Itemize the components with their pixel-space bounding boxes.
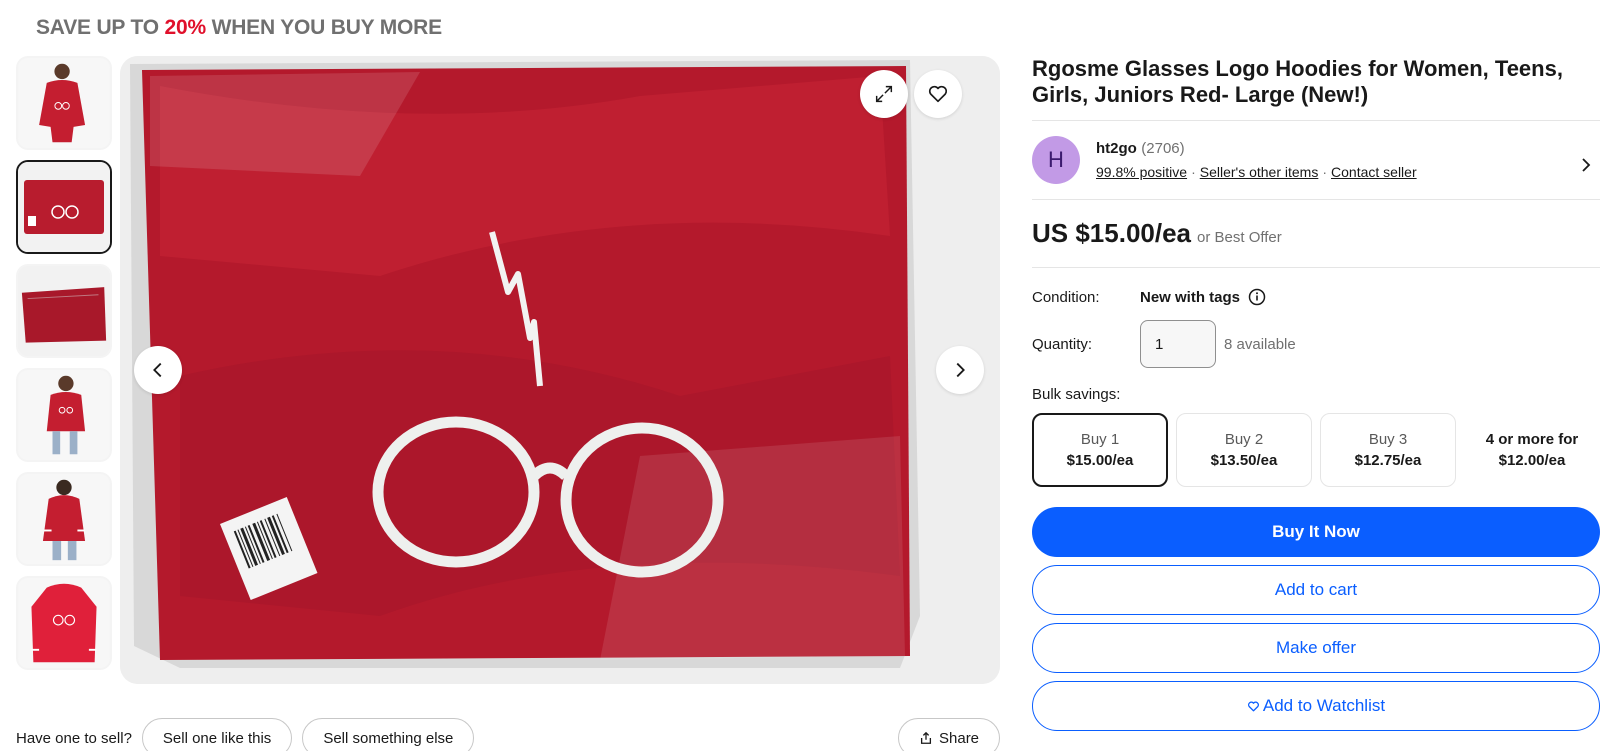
favorite-button[interactable] — [914, 70, 962, 118]
share-label: Share — [939, 729, 980, 747]
sell-something-else-button[interactable]: Sell something else — [302, 718, 475, 751]
thumbnail-5[interactable] — [16, 472, 112, 566]
condition-value: New with tags — [1140, 288, 1241, 306]
seller-info: ht2go (2706) 99.8% positive · Seller's oth… — [1096, 140, 1417, 180]
next-image-button[interactable] — [936, 346, 984, 394]
tier-qty: Buy 2 — [1224, 431, 1264, 448]
tier-price: $15.00/ea — [1066, 452, 1134, 469]
add-to-watchlist-button[interactable]: Add to Watchlist — [1032, 681, 1600, 731]
watchlist-label: Add to Watchlist — [1262, 696, 1386, 715]
contact-seller-link[interactable]: Contact seller — [1331, 164, 1417, 180]
bulk-savings-label: Bulk savings: — [1032, 386, 1121, 403]
heart-icon — [1247, 701, 1259, 711]
tier-buy-2[interactable]: Buy 2 $13.50/ea — [1176, 413, 1312, 487]
condition-row: Condition: New with tags — [1032, 288, 1600, 306]
seller-name[interactable]: ht2go — [1096, 140, 1137, 157]
hoodie-packaged-image — [18, 162, 110, 252]
seller-avatar: H — [1032, 136, 1080, 184]
hoodie-packaged-side-image — [18, 266, 110, 356]
prev-image-button[interactable] — [134, 346, 182, 394]
item-price: US $15.00/ea — [1032, 218, 1192, 248]
tier-price: $12.00/ea — [1498, 452, 1566, 469]
divider — [1032, 267, 1600, 268]
promo-percent: 20% — [164, 16, 207, 39]
expand-button[interactable] — [860, 70, 908, 118]
expand-icon — [875, 85, 893, 103]
bulk-tiers: Buy 1 $15.00/ea Buy 2 $13.50/ea Buy 3 $1… — [1032, 413, 1600, 487]
buy-it-now-button[interactable]: Buy It Now — [1032, 507, 1600, 557]
thumbnail-2[interactable] — [16, 160, 112, 254]
tier-buy-3[interactable]: Buy 3 $12.75/ea — [1320, 413, 1456, 487]
tier-buy-4-plus: 4 or more for $12.00/ea — [1464, 413, 1600, 487]
sell-prompt: Have one to sell? — [16, 729, 132, 747]
info-icon[interactable] — [1248, 288, 1266, 306]
thumbnail-3[interactable] — [16, 264, 112, 358]
chevron-left-icon — [153, 362, 162, 378]
hoodie-main-image — [120, 56, 1000, 684]
promo-prefix: SAVE UP TO — [36, 16, 165, 39]
thumbnail-1[interactable] — [16, 56, 112, 150]
seller-positive-link[interactable]: 99.8% positive — [1096, 164, 1187, 180]
thumbnail-6[interactable] — [16, 576, 112, 670]
tier-price: $12.75/ea — [1354, 452, 1422, 469]
thumbnail-list — [16, 56, 112, 680]
tier-price: $13.50/ea — [1210, 452, 1278, 469]
seller-feedback-count: (2706) — [1141, 140, 1185, 157]
heart-icon — [928, 85, 948, 103]
condition-label: Condition: — [1032, 288, 1100, 306]
sell-one-like-this-button[interactable]: Sell one like this — [141, 718, 293, 751]
tier-buy-1[interactable]: Buy 1 $15.00/ea — [1032, 413, 1168, 487]
chevron-right-icon — [956, 362, 965, 378]
listing-panel: Rgosme Glasses Logo Hoodies for Women, T… — [1032, 56, 1600, 731]
chevron-right-icon[interactable] — [1578, 157, 1594, 173]
available-count: 8 available — [1224, 335, 1296, 353]
hoodie-model-image — [18, 58, 110, 148]
listing-title: Rgosme Glasses Logo Hoodies for Women, T… — [1032, 56, 1563, 107]
price-row: US $15.00/ea or Best Offer — [1032, 200, 1600, 267]
share-icon — [920, 731, 932, 744]
seller-card[interactable]: H ht2go (2706) 99.8% positive · Seller's o… — [1032, 121, 1600, 199]
hoodie-model-back-image — [18, 474, 110, 564]
tier-qty: Buy 3 — [1368, 431, 1408, 448]
thumbnail-4[interactable] — [16, 368, 112, 462]
share-button[interactable]: Share — [898, 718, 1001, 751]
tier-qty: Buy 1 — [1080, 431, 1120, 448]
tier-qty: 4 or more for — [1485, 431, 1579, 448]
quantity-label: Quantity: — [1032, 335, 1093, 353]
promo-banner: SAVE UP TO 20% WHEN YOU BUY MORE — [36, 16, 442, 40]
promo-suffix: WHEN YOU BUY MORE — [205, 16, 443, 39]
hoodie-flat-image — [18, 578, 110, 668]
main-image-viewer[interactable] — [120, 56, 1000, 684]
quantity-row: Quantity: 8 available — [1032, 320, 1600, 368]
add-to-cart-button[interactable]: Add to cart — [1032, 565, 1600, 615]
make-offer-button[interactable]: Make offer — [1032, 623, 1600, 673]
sell-row: Have one to sell? Sell one like this Sel… — [16, 718, 475, 751]
hoodie-model-pocket-image — [18, 370, 110, 460]
seller-other-items-link[interactable]: Seller's other items — [1200, 164, 1319, 180]
quantity-input[interactable] — [1140, 320, 1216, 368]
best-offer-text: or Best Offer — [1197, 229, 1282, 246]
